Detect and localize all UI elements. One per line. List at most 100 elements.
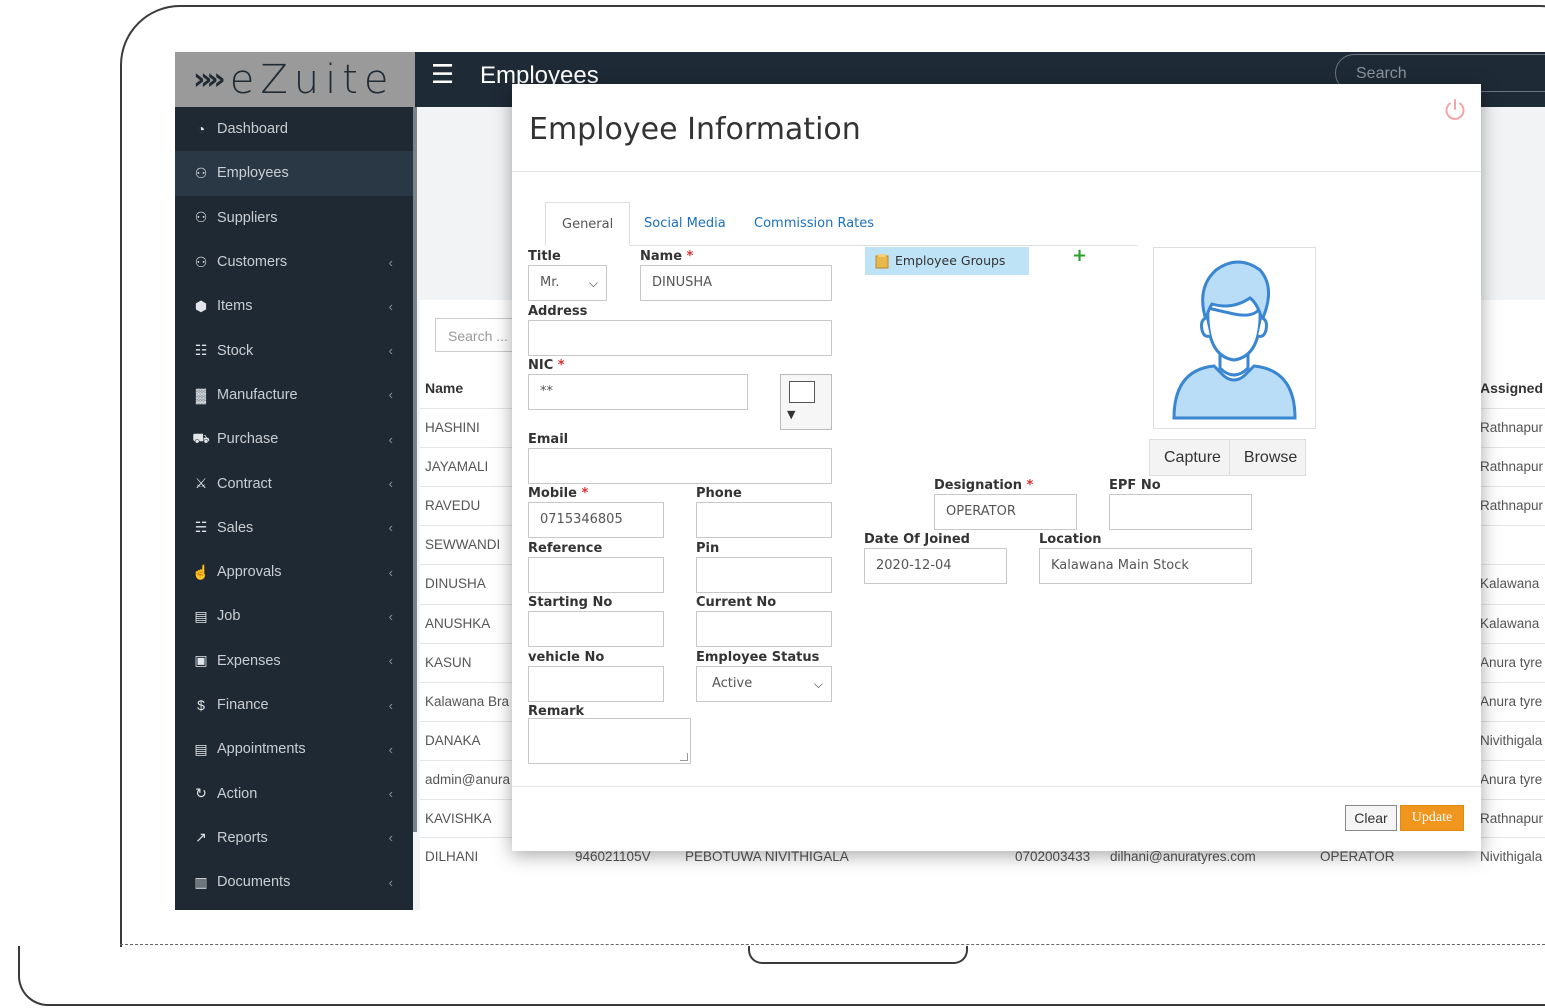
epf-no-input[interactable] xyxy=(1109,494,1252,530)
sidebar-item-items[interactable]: ⬢ Items ‹ xyxy=(175,284,413,328)
chevron-down-icon: ⌵ xyxy=(813,677,823,691)
employee-info-modal: Employee Information General Social Medi… xyxy=(512,84,1481,851)
reference-input[interactable] xyxy=(528,557,664,593)
photo-button-group: Capture Browse xyxy=(1149,439,1307,476)
sidebar-item-approvals[interactable]: ☝ Approvals ‹ xyxy=(175,550,413,594)
address-input[interactable] xyxy=(528,320,832,356)
starting-no-input[interactable] xyxy=(528,611,664,647)
chevron-left-icon: ‹ xyxy=(388,653,393,669)
update-button[interactable]: Update xyxy=(1400,805,1464,831)
sidebar-item-suppliers[interactable]: ⚇ Suppliers xyxy=(175,196,413,240)
cell-name: SEWWANDI xyxy=(425,537,501,553)
cell-name: Kalawana Bra xyxy=(425,693,510,709)
hamburger-menu-icon[interactable]: ☰ xyxy=(431,60,454,90)
browse-button[interactable]: Browse xyxy=(1228,440,1306,475)
sidebar-item-dashboard[interactable]: ◔ Dashboard xyxy=(175,107,413,151)
sidebar-item-documents[interactable]: ▥ Documents ‹ xyxy=(175,860,413,904)
title-select-value: Mr. xyxy=(540,275,560,290)
table-header-assigned: Assigned xyxy=(1480,380,1544,396)
sidebar-item-appointments[interactable]: ▤ Appointments ‹ xyxy=(175,727,413,771)
location-input[interactable]: Kalawana Main Stock xyxy=(1039,548,1252,584)
chevron-left-icon: ‹ xyxy=(388,431,393,447)
cell-assigned: Anura tyre xyxy=(1480,693,1543,709)
cell-assigned: Anura tyre xyxy=(1480,771,1543,787)
sidebar-item-label: Contract xyxy=(217,475,272,492)
power-close-icon[interactable] xyxy=(1443,98,1467,122)
tab-general[interactable]: General xyxy=(545,202,631,246)
table-header-name: Name xyxy=(425,380,464,396)
thumbs-up-icon: ☝ xyxy=(192,563,210,580)
sidebar-item-label: Stock xyxy=(217,342,254,359)
vehicle-no-input[interactable] xyxy=(528,666,664,702)
nic-type-dropdown-button[interactable]: ▼ xyxy=(780,374,832,430)
cell-name: DINUSHA xyxy=(425,576,486,592)
laptop-notch xyxy=(748,946,968,964)
location-label: Location xyxy=(1039,532,1102,547)
cell-assigned: Nivithigala xyxy=(1480,732,1543,748)
sidebar-item-label: Suppliers xyxy=(217,209,278,226)
sidebar-item-expenses[interactable]: ▣ Expenses ‹ xyxy=(175,639,413,683)
sidebar-item-label: Documents xyxy=(217,874,291,891)
sidebar-item-job[interactable]: ▤ Job ‹ xyxy=(175,594,413,638)
required-mark: * xyxy=(557,358,565,373)
sidebar-item-label: Approvals xyxy=(217,564,282,581)
cell-assigned: Kalawana xyxy=(1480,615,1540,631)
cell-assigned: Nivithigala xyxy=(1480,849,1543,864)
sidebar-item-employees[interactable]: ⚇ Employees xyxy=(175,151,413,196)
handshake-icon: ⚔ xyxy=(194,475,208,492)
chevron-left-icon: ‹ xyxy=(388,697,393,713)
tab-commission-rates[interactable]: Commission Rates xyxy=(754,202,874,246)
employee-status-label: Employee Status xyxy=(696,650,820,665)
chevron-left-icon: ‹ xyxy=(388,476,393,492)
cell-name: RAVEDU xyxy=(425,498,481,514)
users-icon: ⚇ xyxy=(194,164,208,181)
sidebar-item-manufacture[interactable]: ▓ Manufacture ‹ xyxy=(175,373,413,417)
nic-input[interactable]: ** xyxy=(528,374,748,410)
name-input[interactable]: DINUSHA xyxy=(640,265,832,301)
tab-social-media[interactable]: Social Media xyxy=(644,202,726,246)
designation-input[interactable]: OPERATOR xyxy=(934,494,1077,530)
employee-status-select[interactable]: Active ⌵ xyxy=(696,666,832,702)
phone-input[interactable] xyxy=(696,502,832,538)
logo-text: eZuite xyxy=(229,56,395,103)
sidebar-item-purchase[interactable]: ⛟ Purchase ‹ xyxy=(175,417,413,461)
cell-assigned: Rathnapur xyxy=(1480,811,1544,826)
mobile-input[interactable]: 0715346805 xyxy=(528,502,664,538)
capture-button[interactable]: Capture xyxy=(1150,440,1229,475)
add-group-plus-icon[interactable]: + xyxy=(1072,245,1087,266)
designation-label: Designation * xyxy=(934,478,1033,493)
sidebar-item-reports[interactable]: ↗ Reports ‹ xyxy=(175,816,413,860)
email-input[interactable] xyxy=(528,448,832,484)
laptop-hinge-line xyxy=(120,944,1545,945)
remark-textarea[interactable] xyxy=(528,718,691,764)
chevron-left-icon: ‹ xyxy=(388,254,393,270)
sidebar-item-stock[interactable]: ☷ Stock ‹ xyxy=(175,328,413,372)
divider xyxy=(512,171,1481,172)
employee-groups-label: Employee Groups xyxy=(895,253,1006,268)
current-no-input[interactable] xyxy=(696,611,832,647)
employee-groups-node[interactable]: Employee Groups xyxy=(865,247,1029,275)
pin-input[interactable] xyxy=(696,557,832,593)
cell-assigned: Rathnapur xyxy=(1480,420,1544,435)
sidebar: ◔ Dashboard ⚇ Employees ⚇ Suppliers ⚇ Customers… xyxy=(175,107,413,910)
sidebar-item-action[interactable]: ↻ Action ‹ xyxy=(175,771,413,815)
date-of-joined-input[interactable]: 2020-12-04 xyxy=(864,548,1007,584)
refresh-icon: ↻ xyxy=(195,785,207,802)
sidebar-item-sales[interactable]: ☵ Sales ‹ xyxy=(175,506,413,550)
resize-grip-icon[interactable] xyxy=(680,753,688,761)
chevron-left-icon: ‹ xyxy=(388,387,393,403)
remark-label: Remark xyxy=(528,704,585,719)
chevron-down-icon: ⌵ xyxy=(588,276,598,290)
required-mark: * xyxy=(686,249,694,264)
clear-button[interactable]: Clear xyxy=(1345,805,1397,831)
title-select[interactable]: Mr. ⌵ xyxy=(528,265,607,301)
sidebar-item-contract[interactable]: ⚔ Contract ‹ xyxy=(175,461,413,505)
cell-name: JAYAMALI xyxy=(425,459,489,475)
chevron-left-icon: ‹ xyxy=(388,786,393,802)
sidebar-item-label: Appointments xyxy=(217,741,306,758)
briefcase-icon: ▤ xyxy=(194,740,208,757)
sidebar-item-label: Customers xyxy=(217,254,288,271)
sidebar-item-finance[interactable]: $ Finance ‹ xyxy=(175,683,413,727)
sidebar-item-label: Sales xyxy=(217,519,254,536)
sidebar-item-customers[interactable]: ⚇ Customers ‹ xyxy=(175,240,413,284)
